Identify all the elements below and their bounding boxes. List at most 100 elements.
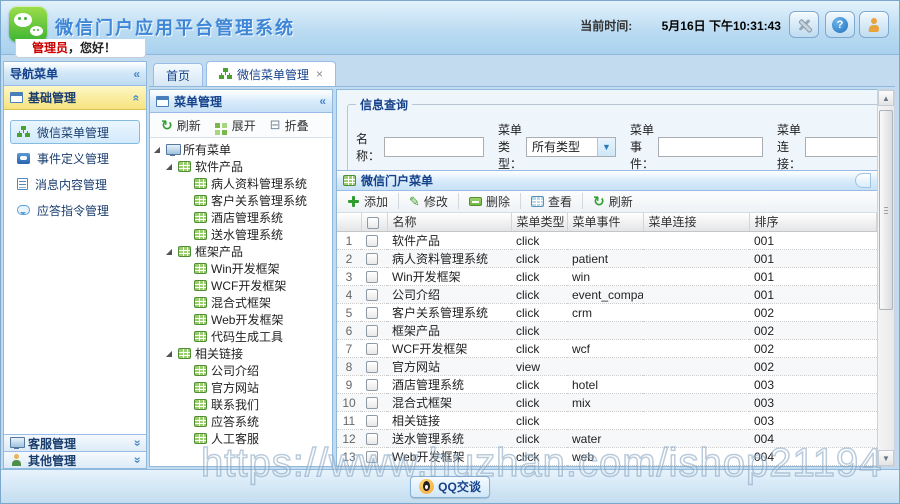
tree-node[interactable]: ◢ 相关链接 — [152, 345, 330, 362]
table-row[interactable]: 8 官方网站 view 002 — [337, 357, 877, 376]
tree-node[interactable]: 应答系统 — [152, 413, 330, 430]
tree-toolbar: ↻ 刷新 展开 ⊟ 折叠 — [150, 113, 332, 138]
tree-node[interactable]: 送水管理系统 — [152, 226, 330, 243]
scroll-up-icon[interactable]: ▲ — [878, 90, 894, 106]
sidebar-item-reply-command[interactable]: 应答指令管理 — [10, 198, 140, 222]
tree-expand-all-button[interactable]: 展开 — [210, 115, 261, 136]
row-checkbox[interactable] — [366, 415, 378, 428]
sidebar-item-message-content[interactable]: 消息内容管理 — [10, 172, 140, 196]
tree-expand-arrow-icon[interactable]: ◢ — [164, 349, 174, 358]
tree-node[interactable]: ◢ 所有菜单 — [152, 141, 330, 158]
tab-close-icon[interactable]: × — [316, 67, 323, 81]
view-button[interactable]: 查看 — [526, 191, 577, 212]
tree-node[interactable]: 公司介绍 — [152, 362, 330, 379]
tree-expand-arrow-icon[interactable]: ◢ — [152, 145, 162, 154]
table-row[interactable]: 7 WCF开发框架 click wcf 002 — [337, 339, 877, 358]
tree-node[interactable]: 人工客服 — [152, 430, 330, 447]
col-menu-event[interactable]: 菜单事件 — [567, 212, 644, 232]
select-all-checkbox[interactable] — [366, 216, 379, 229]
table-row[interactable]: 2 病人资料管理系统 click patient 001 — [337, 249, 877, 268]
sidebar-item-event-definition[interactable]: 事件定义管理 — [10, 146, 140, 170]
row-checkbox[interactable] — [366, 433, 378, 446]
accordion-other-management[interactable]: 其他管理 « — [4, 451, 146, 468]
tree-refresh-button[interactable]: ↻ 刷新 — [156, 115, 206, 136]
vertical-scrollbar[interactable]: ▲ ▼ — [877, 89, 895, 467]
event-input[interactable] — [658, 136, 763, 157]
chevron-up-icon[interactable]: « — [130, 94, 144, 101]
edit-button[interactable]: ✎ 修改 — [404, 191, 453, 212]
row-checkbox[interactable] — [366, 451, 378, 464]
table-row[interactable]: 3 Win开发框架 click win 001 — [337, 267, 877, 286]
scroll-down-icon[interactable]: ▼ — [878, 450, 894, 466]
col-name[interactable]: 名称 — [387, 212, 512, 232]
tree-node[interactable]: ◢ 软件产品 — [152, 158, 330, 175]
qq-chat-button[interactable]: QQ交谈 — [410, 475, 490, 498]
row-checkbox[interactable] — [366, 361, 378, 374]
row-checkbox[interactable] — [366, 307, 378, 320]
sidebar-menu-list: 微信菜单管理 事件定义管理 消息内容管理 应答指令管理 — [4, 110, 146, 434]
tree-node[interactable]: 官方网站 — [152, 379, 330, 396]
row-checkbox[interactable] — [366, 271, 378, 284]
cell-name: 软件产品 — [387, 231, 511, 250]
table-row[interactable]: 6 框架产品 click 002 — [337, 321, 877, 340]
link-input[interactable] — [805, 136, 877, 157]
tree-node[interactable]: 联系我们 — [152, 396, 330, 413]
grid-refresh-button[interactable]: ↻ 刷新 — [588, 191, 638, 212]
table-row[interactable]: 4 公司介绍clickevent_company 001 — [337, 285, 877, 304]
tree-node[interactable]: 混合式框架 — [152, 294, 330, 311]
name-input[interactable] — [384, 136, 484, 157]
grid-collapse-button[interactable] — [855, 172, 871, 188]
sidebar-item-wechat-menu[interactable]: 微信菜单管理 — [10, 120, 140, 144]
table-row[interactable]: 1 软件产品 click 001 — [337, 231, 877, 250]
row-checkbox[interactable] — [366, 325, 378, 338]
add-button[interactable]: 添加 — [342, 191, 393, 212]
table-row[interactable]: 12 送水管理系统 click water 004 — [337, 429, 877, 448]
view-table-icon — [530, 195, 544, 207]
row-checkbox[interactable] — [366, 235, 378, 248]
table-row[interactable]: 10 混合式框架 click mix 003 — [337, 393, 877, 412]
tree-collapse-all-button[interactable]: ⊟ 折叠 — [265, 115, 314, 136]
tree-node[interactable]: ◢ 框架产品 — [152, 243, 330, 260]
tree-node[interactable]: 代码生成工具 — [152, 328, 330, 345]
col-order[interactable]: 排序 — [749, 212, 877, 232]
menu-type-select[interactable]: 所有类型 ▼ — [526, 136, 616, 157]
row-checkbox[interactable] — [366, 397, 378, 410]
tree-node[interactable]: 酒店管理系统 — [152, 209, 330, 226]
chevron-down-icon[interactable]: « — [130, 440, 144, 447]
tab-home[interactable]: 首页 — [153, 63, 204, 86]
select-dropdown-icon[interactable]: ▼ — [597, 137, 615, 156]
col-menu-type[interactable]: 菜单类型 — [511, 212, 568, 232]
tree-node[interactable]: Win开发框架 — [152, 260, 330, 277]
logout-button[interactable] — [859, 11, 889, 38]
col-menu-link[interactable]: 菜单连接 — [643, 212, 750, 232]
sidebar-collapse-icon[interactable]: « — [133, 67, 140, 81]
tree-node-label: 客户关系管理系统 — [211, 194, 308, 208]
cell-menu-event — [567, 231, 643, 250]
chevron-down-icon[interactable]: « — [130, 457, 144, 464]
table-row[interactable]: 9 酒店管理系统 click hotel 003 — [337, 375, 877, 394]
table-row[interactable]: 5 客户关系管理系统 click crm 002 — [337, 303, 877, 322]
accordion-customer-service[interactable]: 客服管理 « — [4, 434, 146, 451]
help-button[interactable]: ? — [825, 11, 855, 38]
row-checkbox[interactable] — [366, 343, 378, 356]
table-row[interactable]: 13 Web开发框架 click web 004 — [337, 447, 877, 466]
settings-button[interactable] — [789, 11, 819, 38]
tree-expand-arrow-icon[interactable]: ◢ — [164, 247, 174, 256]
tree-expand-arrow-icon[interactable]: ◢ — [164, 162, 174, 171]
tree-node-label: 酒店管理系统 — [211, 211, 284, 225]
tab-wechat-menu-management[interactable]: 微信菜单管理 × — [206, 61, 337, 86]
table-row[interactable]: 11 相关链接 click 003 — [337, 411, 877, 430]
tree-node[interactable]: 病人资料管理系统 — [152, 175, 330, 192]
tree-node-label: 应答系统 — [211, 415, 260, 429]
scrollbar-thumb[interactable] — [879, 110, 893, 310]
tree-collapse-icon[interactable]: « — [319, 94, 326, 108]
tree-node[interactable]: 客户关系管理系统 — [152, 192, 330, 209]
tree-node[interactable]: Web开发框架 — [152, 311, 330, 328]
row-checkbox[interactable] — [366, 289, 378, 302]
accordion-base-management[interactable]: 基础管理 « — [4, 86, 146, 110]
row-checkbox[interactable] — [366, 253, 378, 266]
tree-node[interactable]: WCF开发框架 — [152, 277, 330, 294]
table-icon — [194, 263, 207, 274]
delete-button[interactable]: 删除 — [464, 191, 515, 212]
row-checkbox[interactable] — [366, 379, 378, 392]
